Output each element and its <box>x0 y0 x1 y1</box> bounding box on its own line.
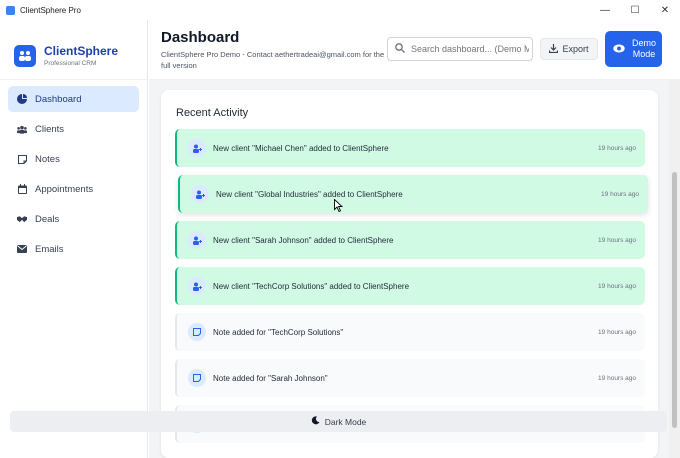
brand-logo-icon <box>14 44 36 67</box>
note-icon <box>17 154 27 164</box>
export-button[interactable]: Export <box>540 38 598 60</box>
sidebar-item-dashboard[interactable]: Dashboard <box>8 86 139 112</box>
sidebar: ClientSphere Professional CRM Dashboard … <box>0 20 148 458</box>
search-box[interactable] <box>387 37 533 61</box>
demo-mode-button[interactable]: Demo Mode <box>605 31 662 67</box>
sidebar-nav: Dashboard Clients Notes Appointments Dea… <box>0 80 147 262</box>
window-titlebar: ClientSphere Pro — ☐ ✕ <box>0 0 680 20</box>
user-plus-icon <box>188 277 206 295</box>
activity-time: 19 hours ago <box>598 236 636 244</box>
main-content: Recent Activity New client "Michael Chen… <box>149 80 669 458</box>
brand-subtitle: Professional CRM <box>44 60 97 67</box>
sidebar-item-clients[interactable]: Clients <box>8 116 139 142</box>
close-button[interactable]: ✕ <box>650 0 680 20</box>
note-icon <box>188 323 206 341</box>
app-icon <box>6 5 15 15</box>
user-plus-icon <box>191 185 209 203</box>
activity-item[interactable]: New client "Sarah Johnson" added to Clie… <box>175 221 645 259</box>
sidebar-item-label: Clients <box>35 123 65 135</box>
activity-text: Note added for "TechCorp Solutions" <box>213 327 344 337</box>
recent-activity-card: Recent Activity New client "Michael Chen… <box>161 90 658 458</box>
page-title: Dashboard <box>161 29 240 46</box>
activity-time: 19 hours ago <box>598 328 636 336</box>
activity-text: New client "Sarah Johnson" added to Clie… <box>213 235 394 245</box>
activity-item[interactable]: New client "Michael Chen" added to Clien… <box>175 129 645 167</box>
pie-chart-icon <box>17 94 27 104</box>
dark-mode-toggle[interactable]: Dark Mode <box>10 411 667 432</box>
sidebar-item-label: Dashboard <box>35 93 82 105</box>
window-controls: — ☐ ✕ <box>590 0 680 20</box>
sidebar-item-emails[interactable]: Emails <box>8 236 139 262</box>
window-title: ClientSphere Pro <box>20 5 81 15</box>
export-label: Export <box>562 44 589 54</box>
main-scrollbar[interactable] <box>669 80 680 458</box>
sidebar-item-notes[interactable]: Notes <box>8 146 139 172</box>
activity-time: 19 hours ago <box>598 144 636 152</box>
brand-name: ClientSphere <box>44 44 119 58</box>
eye-icon <box>613 44 625 55</box>
activity-text: Note added for "Sarah Johnson" <box>213 373 328 383</box>
minimize-button[interactable]: — <box>590 0 620 20</box>
handshake-icon <box>17 214 27 224</box>
demo-mode-label: Demo Mode <box>631 38 656 59</box>
sidebar-item-label: Deals <box>35 213 60 225</box>
search-icon <box>395 40 405 58</box>
note-icon <box>188 369 206 387</box>
sidebar-item-appointments[interactable]: Appointments <box>8 176 139 202</box>
activity-time: 19 hours ago <box>598 282 636 290</box>
activity-text: New client "Global Industries" added to … <box>216 189 403 199</box>
maximize-button[interactable]: ☐ <box>620 0 650 20</box>
activity-text: New client "TechCorp Solutions" added to… <box>213 281 410 291</box>
brand: ClientSphere Professional CRM <box>0 20 147 80</box>
mouse-cursor-icon <box>334 198 344 217</box>
sidebar-item-label: Appointments <box>35 183 94 195</box>
sidebar-item-label: Notes <box>35 153 60 165</box>
users-icon <box>17 124 27 134</box>
user-plus-icon <box>188 231 206 249</box>
moon-icon <box>311 416 320 427</box>
activity-time: 19 hours ago <box>601 190 639 198</box>
scrollbar-thumb[interactable] <box>672 172 677 428</box>
sidebar-item-label: Emails <box>35 243 64 255</box>
download-icon <box>549 43 559 55</box>
activity-item[interactable]: New client "Global Industries" added to … <box>178 175 648 213</box>
activity-item[interactable]: New client "TechCorp Solutions" added to… <box>175 267 645 305</box>
user-plus-icon <box>188 139 206 157</box>
card-title: Recent Activity <box>176 107 249 119</box>
envelope-icon <box>17 244 27 254</box>
activity-item[interactable]: Note added for "Sarah Johnson" 19 hours … <box>175 359 645 397</box>
search-input[interactable] <box>411 44 529 54</box>
page-subtitle: ClientSphere Pro Demo - Contact aethertr… <box>161 50 385 70</box>
sidebar-item-deals[interactable]: Deals <box>8 206 139 232</box>
activity-item[interactable]: Note added for "TechCorp Solutions" 19 h… <box>175 313 645 351</box>
activity-text: New client "Michael Chen" added to Clien… <box>213 143 389 153</box>
dark-mode-label: Dark Mode <box>324 416 367 427</box>
calendar-icon <box>17 184 27 194</box>
page-header: Dashboard ClientSphere Pro Demo - Contac… <box>149 20 680 80</box>
activity-time: 19 hours ago <box>598 374 636 382</box>
